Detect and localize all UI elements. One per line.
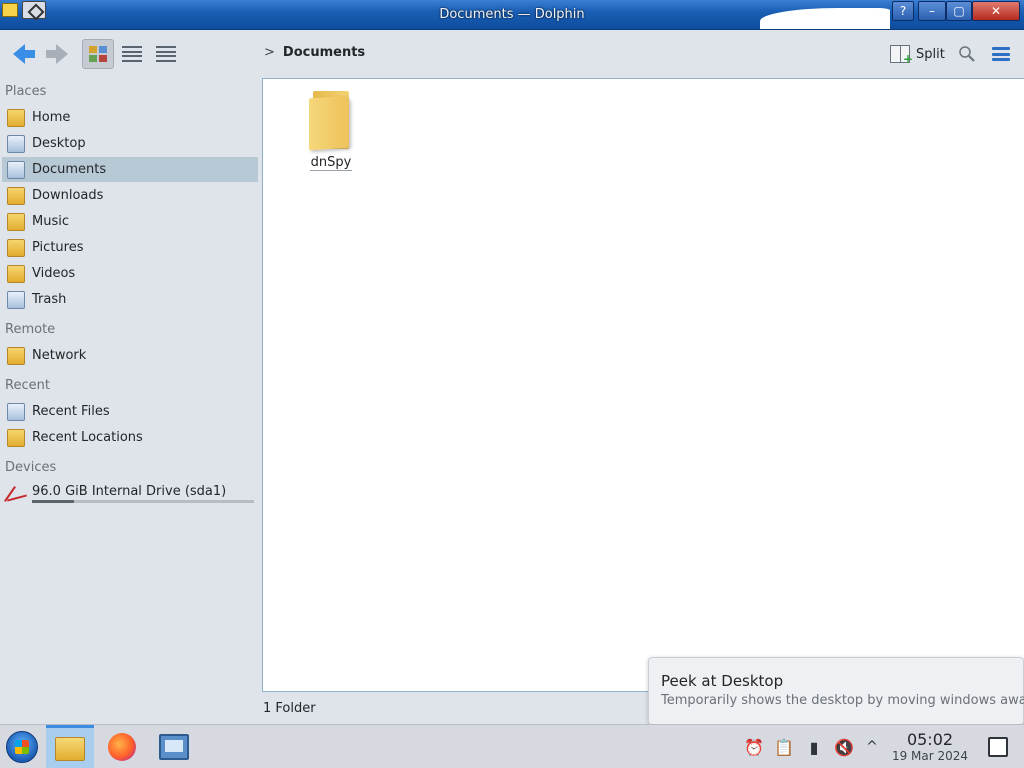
taskbar: ⏰ 📋 ▮ 🔇 ^ 05:02 19 Mar 2024 <box>0 724 1024 768</box>
sidebar-item-label: Downloads <box>32 188 104 203</box>
sidebar-item-pictures[interactable]: Pictures <box>2 235 258 260</box>
breadcrumb-documents[interactable]: Documents <box>283 45 365 60</box>
tooltip-title: Peek at Desktop <box>661 672 784 690</box>
sidebar-item-recent-files[interactable]: Recent Files <box>2 399 258 424</box>
pictures-folder-icon <box>7 238 25 257</box>
section-places: Places <box>5 84 47 99</box>
tooltip-subtitle: Temporarily shows the desktop by moving … <box>661 693 1024 708</box>
sidebar-item-music[interactable]: Music <box>2 209 258 234</box>
videos-folder-icon <box>7 264 25 283</box>
sidebar-item-label: Network <box>32 348 87 363</box>
alarm-icon[interactable]: ⏰ <box>744 737 764 757</box>
hamburger-menu-icon <box>992 47 1010 61</box>
expand-tray-icon[interactable]: ^ <box>862 737 882 757</box>
downloads-folder-icon <box>7 186 25 205</box>
icons-view-icon <box>89 46 107 62</box>
digital-clock[interactable]: 05:02 19 Mar 2024 <box>886 730 974 764</box>
sidebar-item-home[interactable]: Home <box>2 105 258 130</box>
details-view-icon <box>156 46 176 62</box>
sidebar-item-label: Recent Files <box>32 404 110 419</box>
folder-icon <box>309 91 353 151</box>
sidebar-item-recent-locations[interactable]: Recent Locations <box>2 425 258 450</box>
peek-desktop-tooltip: Peek at Desktop Temporarily shows the de… <box>648 657 1024 725</box>
section-remote: Remote <box>5 322 56 337</box>
back-button[interactable] <box>8 39 40 69</box>
icons-view-button[interactable] <box>82 39 114 69</box>
battery-icon[interactable]: ▮ <box>804 737 824 757</box>
folder-item-dnspy[interactable]: dnSpy <box>299 87 363 171</box>
compact-view-button[interactable] <box>116 39 148 69</box>
section-recent: Recent <box>5 378 50 393</box>
forward-arrow-stem <box>46 50 56 58</box>
sidebar-item-label: Videos <box>32 266 76 281</box>
help-button[interactable]: ? <box>892 1 914 21</box>
title-bar[interactable]: Documents — Dolphin ? – ▢ ✕ <box>0 0 1024 30</box>
sidebar-item-label: 96.0 GiB Internal Drive (sda1) <box>32 484 227 499</box>
toolbar: > Documents + Split <box>0 31 1024 77</box>
breadcrumb: > Documents <box>264 45 365 60</box>
split-label: Split <box>916 46 945 62</box>
sidebar-item-network[interactable]: Network <box>2 343 258 368</box>
dolphin-folder-icon <box>55 736 85 761</box>
status-text: 1 Folder <box>263 701 316 716</box>
drive-icon <box>7 483 25 501</box>
maximize-button[interactable]: ▢ <box>946 1 972 21</box>
menu-button[interactable] <box>988 41 1014 67</box>
places-panel: Places Home Desktop Documents Downloads … <box>0 78 260 698</box>
recent-files-icon <box>7 402 25 421</box>
search-icon <box>959 46 975 62</box>
application-launcher-button[interactable] <box>6 731 38 763</box>
section-devices: Devices <box>5 460 57 475</box>
task-system-settings[interactable] <box>150 725 198 768</box>
sidebar-item-desktop[interactable]: Desktop <box>2 131 258 156</box>
sidebar-item-label: Pictures <box>32 240 84 255</box>
compact-view-icon <box>122 46 142 62</box>
sidebar-item-label: Trash <box>32 292 67 307</box>
clipboard-icon[interactable]: 📋 <box>774 737 794 757</box>
clock-date: 19 Mar 2024 <box>891 749 969 763</box>
search-button[interactable] <box>954 41 980 67</box>
sidebar-item-label: Home <box>32 110 71 125</box>
sidebar-item-downloads[interactable]: Downloads <box>2 183 258 208</box>
sidebar-item-videos[interactable]: Videos <box>2 261 258 286</box>
close-button[interactable]: ✕ <box>972 1 1020 21</box>
home-folder-icon <box>7 108 25 127</box>
window-title: Documents — Dolphin <box>439 7 585 22</box>
details-view-button[interactable] <box>150 39 182 69</box>
task-dolphin[interactable] <box>46 725 94 768</box>
peek-at-desktop-button[interactable] <box>988 737 1008 757</box>
file-view[interactable]: dnSpy <box>262 78 1024 692</box>
desktop-icon <box>7 134 25 153</box>
network-folder-icon <box>7 346 25 365</box>
sidebar-item-trash[interactable]: Trash <box>2 287 258 312</box>
sidebar-item-label: Music <box>32 214 69 229</box>
split-view-icon: + <box>890 45 913 66</box>
split-button[interactable]: + Split <box>886 41 949 67</box>
clock-time: 05:02 <box>906 730 954 749</box>
recent-locations-icon <box>7 428 25 447</box>
forward-button[interactable] <box>42 39 72 69</box>
volume-muted-icon[interactable]: 🔇 <box>834 737 854 757</box>
sidebar-item-documents[interactable]: Documents <box>2 157 258 182</box>
minimize-button[interactable]: – <box>918 1 946 21</box>
folder-name: dnSpy <box>309 155 353 171</box>
firefox-icon <box>108 733 136 761</box>
back-arrow-stem <box>25 50 35 58</box>
back-arrow-icon <box>13 44 25 64</box>
documents-folder-icon <box>7 160 25 179</box>
sidebar-item-label: Desktop <box>32 136 86 151</box>
drive-usage-bar <box>32 500 254 503</box>
drive-usage-fill <box>32 500 75 503</box>
sidebar-item-label: Documents <box>32 162 107 177</box>
forward-arrow-icon <box>56 44 68 64</box>
breadcrumb-chevron-icon[interactable]: > <box>264 45 275 60</box>
sidebar-item-label: Recent Locations <box>32 430 143 445</box>
task-firefox[interactable] <box>98 725 146 768</box>
music-folder-icon <box>7 212 25 231</box>
system-settings-icon <box>159 734 189 760</box>
trash-icon <box>7 290 25 309</box>
